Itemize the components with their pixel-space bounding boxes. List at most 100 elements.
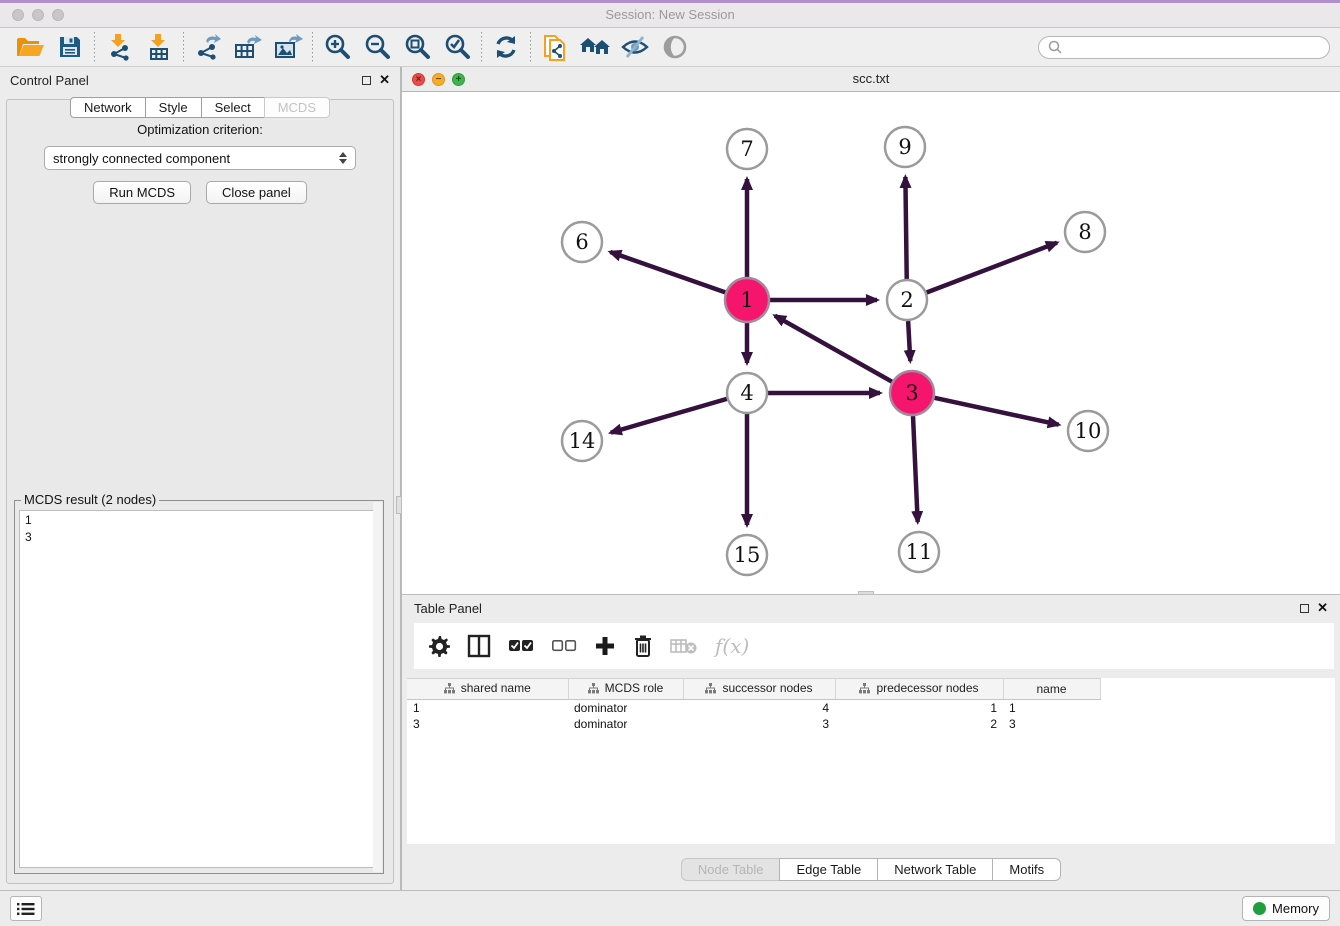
graph-node-label: 6: [575, 230, 588, 254]
save-session-icon[interactable]: [50, 30, 90, 64]
mcds-result-group: MCDS result (2 nodes) 1 3: [14, 500, 384, 874]
function-builder-icon[interactable]: f(x): [715, 631, 749, 661]
table-cell[interactable]: dominator: [568, 716, 683, 732]
column-header-successor-nodes[interactable]: successor nodes: [683, 679, 835, 700]
gear-icon[interactable]: [428, 631, 450, 661]
graph-node-label: 15: [734, 543, 761, 567]
tab-network-table[interactable]: Network Table: [877, 858, 993, 881]
graph-edge-2-3[interactable]: [908, 321, 910, 361]
minimize-window-button[interactable]: [32, 9, 44, 21]
float-panel-icon[interactable]: [362, 76, 371, 85]
control-panel-title: Control Panel: [10, 73, 89, 88]
table-cell[interactable]: 4: [683, 699, 835, 716]
table-tabs: Node TableEdge TableNetwork TableMotifs: [402, 858, 1340, 881]
graph-edge-3-10[interactable]: [934, 398, 1058, 425]
toolbar-separator: [481, 32, 482, 62]
table-cell[interactable]: 1: [407, 699, 568, 716]
search-input[interactable]: [1063, 40, 1321, 54]
deselect-checkboxes-icon[interactable]: [551, 631, 577, 661]
tab-mcds[interactable]: MCDS: [264, 97, 330, 118]
zoom-in-icon[interactable]: [317, 30, 357, 64]
graph-edge-3-1[interactable]: [775, 316, 892, 382]
column-header-shared-name[interactable]: shared name: [407, 679, 568, 700]
add-column-icon[interactable]: [594, 631, 616, 661]
graph-edge-2-9[interactable]: [905, 177, 906, 279]
graph-edge-2-8[interactable]: [927, 243, 1057, 293]
tab-network[interactable]: Network: [70, 97, 146, 118]
eye-icon[interactable]: [655, 30, 695, 64]
close-panel-icon[interactable]: ✕: [379, 75, 390, 85]
network-maximize-button[interactable]: +: [452, 73, 465, 86]
table-toolbar: f(x): [414, 623, 1334, 669]
tab-node-table[interactable]: Node Table: [681, 858, 781, 881]
zoom-out-icon[interactable]: [357, 30, 397, 64]
houses-icon[interactable]: [575, 30, 615, 64]
zoom-window-button[interactable]: [52, 9, 64, 21]
tab-style[interactable]: Style: [145, 97, 202, 118]
network-title: scc.txt: [402, 67, 1340, 91]
graph-node-label: 3: [905, 381, 918, 405]
toolbar-separator: [530, 32, 531, 62]
graph-node-label: 11: [906, 540, 933, 564]
close-window-button[interactable]: [12, 9, 24, 21]
table-cell[interactable]: 3: [1003, 716, 1100, 732]
graph-edge-4-14[interactable]: [611, 399, 727, 433]
import-table-icon[interactable]: [139, 30, 179, 64]
memory-button[interactable]: Memory: [1242, 896, 1330, 921]
graph-edge-3-11[interactable]: [913, 416, 918, 522]
export-image-icon[interactable]: [268, 30, 308, 64]
select-all-checkboxes-icon[interactable]: [508, 631, 534, 661]
select-arrows-icon: [339, 152, 347, 164]
graph-node-label: 10: [1075, 419, 1102, 443]
open-file-icon[interactable]: [10, 30, 50, 64]
main-toolbar: [0, 28, 1340, 67]
delete-table-icon[interactable]: [670, 631, 698, 661]
close-panel-icon[interactable]: ✕: [1317, 603, 1328, 613]
table-cell[interactable]: dominator: [568, 699, 683, 716]
zoom-fit-icon[interactable]: [397, 30, 437, 64]
graph-edge-1-6[interactable]: [610, 252, 725, 292]
split-columns-icon[interactable]: [467, 631, 491, 661]
criterion-select[interactable]: strongly connected component: [44, 146, 356, 170]
tab-edge-table[interactable]: Edge Table: [779, 858, 878, 881]
hide-eye-icon[interactable]: [615, 30, 655, 64]
column-header-MCDS-role[interactable]: MCDS role: [568, 679, 683, 700]
mcds-result-text[interactable]: 1 3: [19, 510, 379, 868]
search-icon: [1047, 39, 1063, 55]
close-panel-button[interactable]: Close panel: [206, 181, 307, 204]
graph-node-label: 2: [900, 288, 913, 312]
run-mcds-button[interactable]: Run MCDS: [93, 181, 191, 204]
tab-motifs[interactable]: Motifs: [992, 858, 1061, 881]
zoom-selected-icon[interactable]: [437, 30, 477, 64]
copy-network-icon[interactable]: [535, 30, 575, 64]
graph-node-label: 14: [569, 429, 596, 453]
table-cell[interactable]: 3: [407, 716, 568, 732]
table-cell[interactable]: 3: [683, 716, 835, 732]
tab-select[interactable]: Select: [201, 97, 265, 118]
table-row[interactable]: 3dominator323: [407, 716, 1100, 732]
optimization-criterion-label: Optimization criterion:: [7, 122, 393, 137]
table-cell[interactable]: 2: [835, 716, 1003, 732]
column-header-predecessor-nodes[interactable]: predecessor nodes: [835, 679, 1003, 700]
task-history-button[interactable]: [10, 896, 42, 921]
export-table-icon[interactable]: [228, 30, 268, 64]
search-box[interactable]: [1038, 36, 1330, 59]
refresh-icon[interactable]: [486, 30, 526, 64]
network-minimize-button[interactable]: −: [432, 73, 445, 86]
result-scrollbar[interactable]: [373, 502, 382, 872]
network-close-button[interactable]: ×: [412, 73, 425, 86]
float-panel-icon[interactable]: [1300, 604, 1309, 613]
splitpane-handle[interactable]: [396, 496, 402, 514]
table-cell[interactable]: 1: [1003, 699, 1100, 716]
network-view-window: × − + scc.txt 7968124314101511: [402, 67, 1340, 595]
node-table[interactable]: shared nameMCDS rolesuccessor nodesprede…: [407, 678, 1335, 844]
column-header-name[interactable]: name: [1003, 679, 1100, 700]
export-network-icon[interactable]: [188, 30, 228, 64]
delete-column-icon[interactable]: [633, 631, 653, 661]
import-network-icon[interactable]: [99, 30, 139, 64]
network-canvas[interactable]: 7968124314101511: [402, 92, 1340, 594]
table-cell[interactable]: 1: [835, 699, 1003, 716]
table-panel-title: Table Panel: [414, 601, 482, 616]
table-row[interactable]: 1dominator411: [407, 699, 1100, 716]
toolbar-separator: [94, 32, 95, 62]
